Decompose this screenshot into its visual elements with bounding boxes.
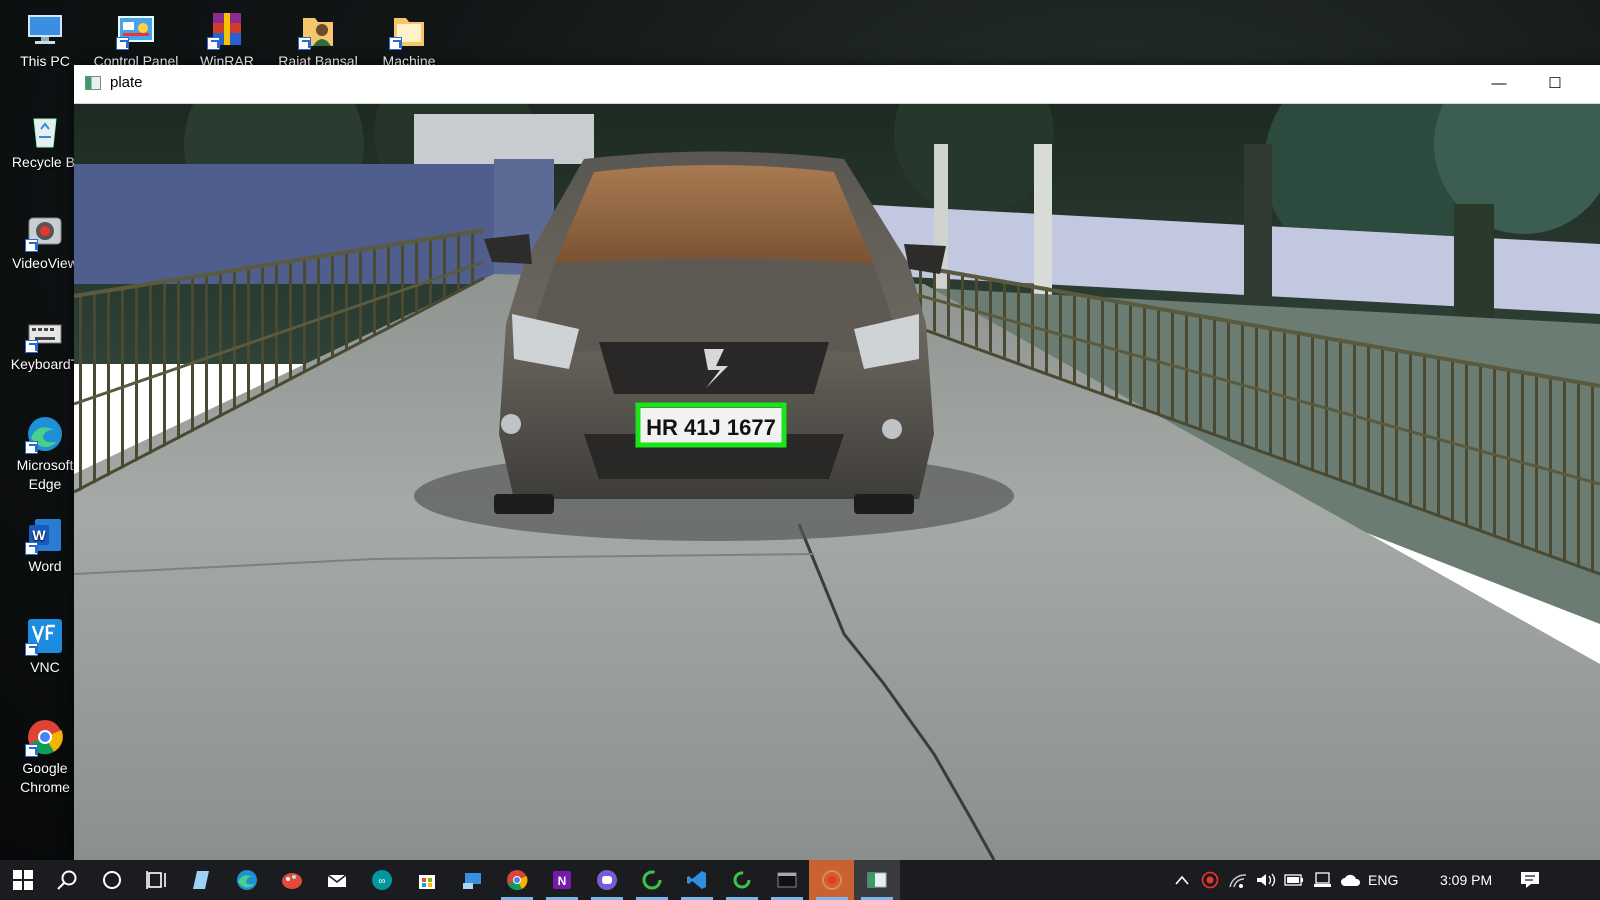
svg-text:N: N [558,874,567,888]
foglight-right [882,419,902,439]
image-viewer-icon [867,872,887,888]
vnc-icon [25,616,65,656]
tray-battery[interactable] [1280,860,1308,900]
task-view-button[interactable] [134,860,180,900]
terminal-icon [777,872,797,888]
task-view-icon [146,871,166,889]
loading-spinner-icon [733,871,751,889]
taskbar-notepad[interactable] [179,860,225,900]
action-center-button[interactable] [1510,860,1550,900]
video-frame: HR 41J 1677 [74,104,1600,860]
svg-text:W: W [32,527,46,543]
taskbar-discord[interactable] [584,860,630,900]
desktop-icon-winrar[interactable]: WinRAR [181,10,273,71]
store-icon [419,875,435,889]
tray-recorder[interactable] [1196,860,1224,900]
taskbar-mail[interactable] [314,860,360,900]
maximize-button[interactable]: ☐ [1532,65,1578,103]
record-icon [1201,871,1219,889]
recycle-bin-icon [25,111,65,151]
desktop-icon-this-pc[interactable]: This PC [0,10,91,71]
window-title: plate [110,74,143,91]
title-bar[interactable]: plate — ☐ [74,65,1600,104]
winrar-icon [207,10,247,50]
taskbar-store[interactable] [404,860,450,900]
tray-onedrive[interactable] [1336,860,1366,900]
pc-icon [25,10,65,50]
taskbar-plate-viewer[interactable] [854,860,900,900]
window-app-icon [85,76,101,90]
mail-icon [327,874,347,887]
maximize-icon: ☐ [1548,75,1562,92]
plate-window[interactable]: plate — ☐ HR 41J 1677 [74,65,1600,860]
vscode-icon [687,871,706,889]
license-plate: HR 41J 1677 [640,408,782,444]
windshield [554,165,874,264]
mirror-left [484,234,532,264]
tray-network[interactable] [1224,860,1252,900]
edge-icon [237,870,257,890]
chrome-icon [507,870,528,891]
cortana-button[interactable] [89,860,135,900]
chevron-up-icon [1175,875,1189,885]
discord-icon [597,870,617,890]
minimize-icon: — [1491,75,1507,92]
search-button[interactable] [44,860,90,900]
taskbar-recorder[interactable] [809,860,855,900]
svg-text:∞: ∞ [378,876,385,887]
taskbar-paint[interactable] [269,860,315,900]
word-icon: W [25,515,65,555]
taskbar-spinner[interactable] [629,860,675,900]
plate-text: HR 41J 1677 [646,415,776,440]
arduino-icon: ∞ [372,870,392,890]
battery-icon [1284,874,1303,886]
taskbar-remote[interactable] [449,860,495,900]
desktop-icon-rajat-bansal[interactable]: Rajat Bansal [272,10,364,71]
windows-icon [13,870,33,890]
taskbar-chrome[interactable] [494,860,540,900]
start-button[interactable] [0,860,46,900]
taskbar-terminal[interactable] [764,860,810,900]
notification-icon [1521,872,1539,888]
notepad-icon [193,871,209,889]
tray-volume[interactable] [1252,860,1280,900]
search-icon [57,870,77,890]
tray-overflow-button[interactable] [1168,860,1196,900]
taskbar: ∞ N ENG 3:09 PM [0,860,1600,900]
device-icon [1314,872,1331,887]
street-scene: HR 41J 1677 [74,104,1600,860]
clock[interactable]: 3:09 PM [1440,860,1492,900]
folder-icon [389,10,429,50]
keyboard-icon [25,313,65,353]
wifi-icon [1229,874,1247,888]
taskbar-onenote[interactable]: N [539,860,585,900]
desktop-icon-control-panel[interactable]: Control Panel [90,10,182,71]
onenote-icon: N [553,871,571,889]
paint-icon [282,873,302,889]
chrome-icon [25,717,65,757]
desktop-icon-machine[interactable]: Machine [363,10,455,71]
taskbar-edge[interactable] [224,860,270,900]
cortana-icon [103,871,121,889]
taskbar-arduino[interactable]: ∞ [359,860,405,900]
cloud-icon [1341,874,1361,886]
minimize-button[interactable]: — [1476,65,1522,103]
language-indicator[interactable]: ENG [1368,860,1398,900]
edge-icon [25,414,65,454]
taskbar-spinner-2[interactable] [719,860,765,900]
foglight-left [501,414,521,434]
remote-desktop-icon [463,873,481,889]
speaker-icon [1257,873,1276,887]
control-panel-icon [116,10,156,50]
record-icon [822,870,842,890]
taskbar-vscode[interactable] [674,860,720,900]
tray-device[interactable] [1308,860,1336,900]
loading-spinner-icon [642,870,662,890]
video-viewer-icon [25,212,65,252]
user-folder-icon [298,10,338,50]
